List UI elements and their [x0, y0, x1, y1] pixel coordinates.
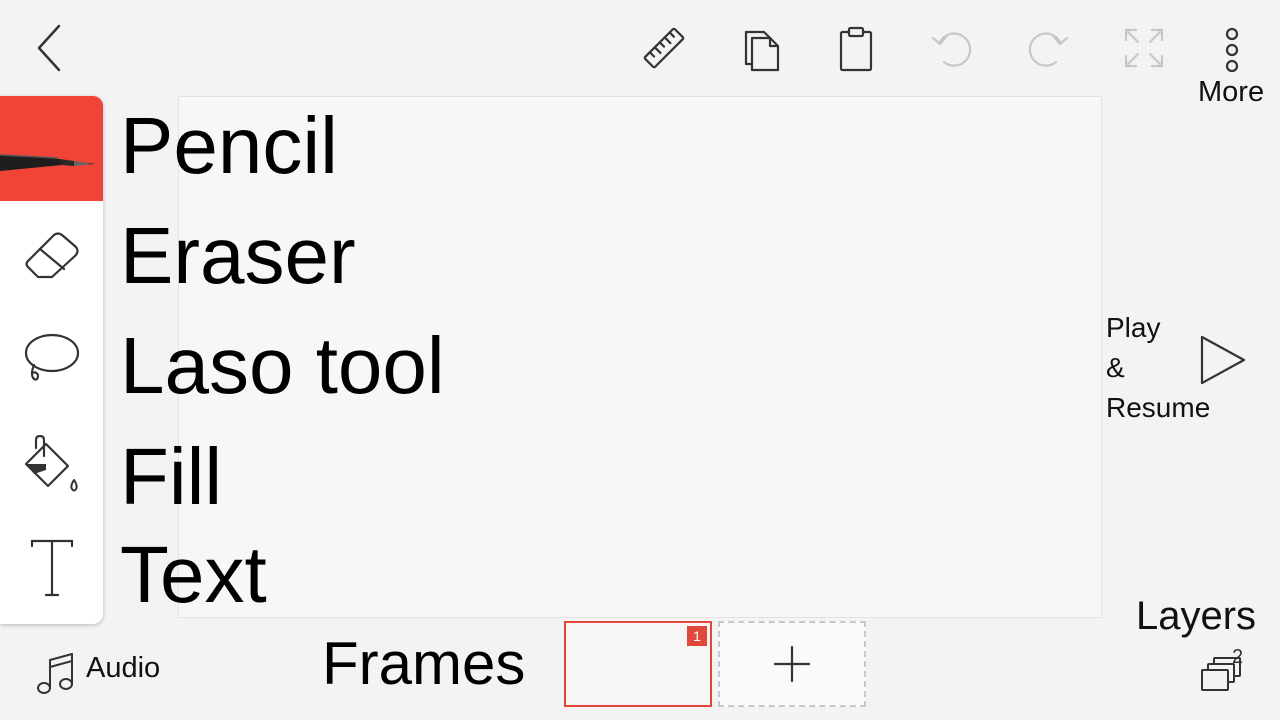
- pencil-tool-button[interactable]: [0, 96, 103, 201]
- eraser-tool-label: Eraser: [120, 211, 356, 300]
- layers-label: Layers: [1136, 594, 1257, 638]
- copy-icon: [744, 30, 780, 72]
- plus-icon: [773, 645, 811, 683]
- undo-button[interactable]: [926, 22, 978, 74]
- play-label-line1: Play: [1106, 312, 1161, 343]
- more-label: More: [1198, 76, 1265, 108]
- redo-button[interactable]: [1022, 22, 1074, 74]
- eraser-icon: [24, 231, 79, 278]
- lasso-tool-button[interactable]: [0, 306, 103, 411]
- chevron-left-icon: [37, 24, 61, 72]
- frames-label: Frames: [322, 630, 526, 697]
- frame-number-badge: 1: [687, 626, 707, 646]
- text-tool-label: Text: [120, 530, 267, 619]
- fill-tool-button[interactable]: [0, 411, 103, 516]
- pencil-tool-label: Pencil: [120, 101, 338, 190]
- ruler-button[interactable]: [638, 22, 690, 74]
- audio-label: Audio: [86, 652, 161, 684]
- ruler-icon: [643, 27, 685, 69]
- clipboard-icon: [839, 26, 873, 72]
- more-button[interactable]: More: [1192, 22, 1272, 108]
- paint-bucket-icon: [24, 434, 78, 491]
- fullscreen-button[interactable]: [1118, 22, 1170, 74]
- pen-icon: [0, 153, 94, 171]
- audio-button[interactable]: Audio: [30, 646, 170, 698]
- fill-tool-label: Fill: [120, 432, 223, 521]
- play-button[interactable]: Play & Resume: [1104, 310, 1254, 430]
- expand-icon: [1124, 28, 1164, 68]
- eraser-tool-button[interactable]: [0, 201, 103, 306]
- play-label-line2: &: [1106, 352, 1125, 383]
- lasso-tool-label: Laso tool: [120, 321, 445, 410]
- frame-thumbnail[interactable]: 1: [564, 621, 712, 707]
- more-vertical-icon: [1225, 27, 1239, 73]
- lasso-icon: [24, 333, 79, 381]
- back-button[interactable]: [26, 20, 74, 76]
- copy-button[interactable]: [734, 22, 786, 74]
- add-frame-button[interactable]: [718, 621, 866, 707]
- music-note-icon: [37, 653, 73, 694]
- undo-icon: [931, 32, 972, 67]
- redo-icon: [1028, 32, 1069, 67]
- text-tool-button[interactable]: [0, 516, 103, 621]
- play-icon: [1200, 335, 1246, 385]
- play-label-line3: Resume: [1106, 392, 1211, 423]
- tool-panel: [0, 96, 103, 624]
- paste-button[interactable]: [830, 22, 882, 74]
- text-icon: [30, 539, 73, 596]
- layers-button[interactable]: Layers 2: [1134, 592, 1278, 702]
- layers-count: 2: [1232, 646, 1244, 668]
